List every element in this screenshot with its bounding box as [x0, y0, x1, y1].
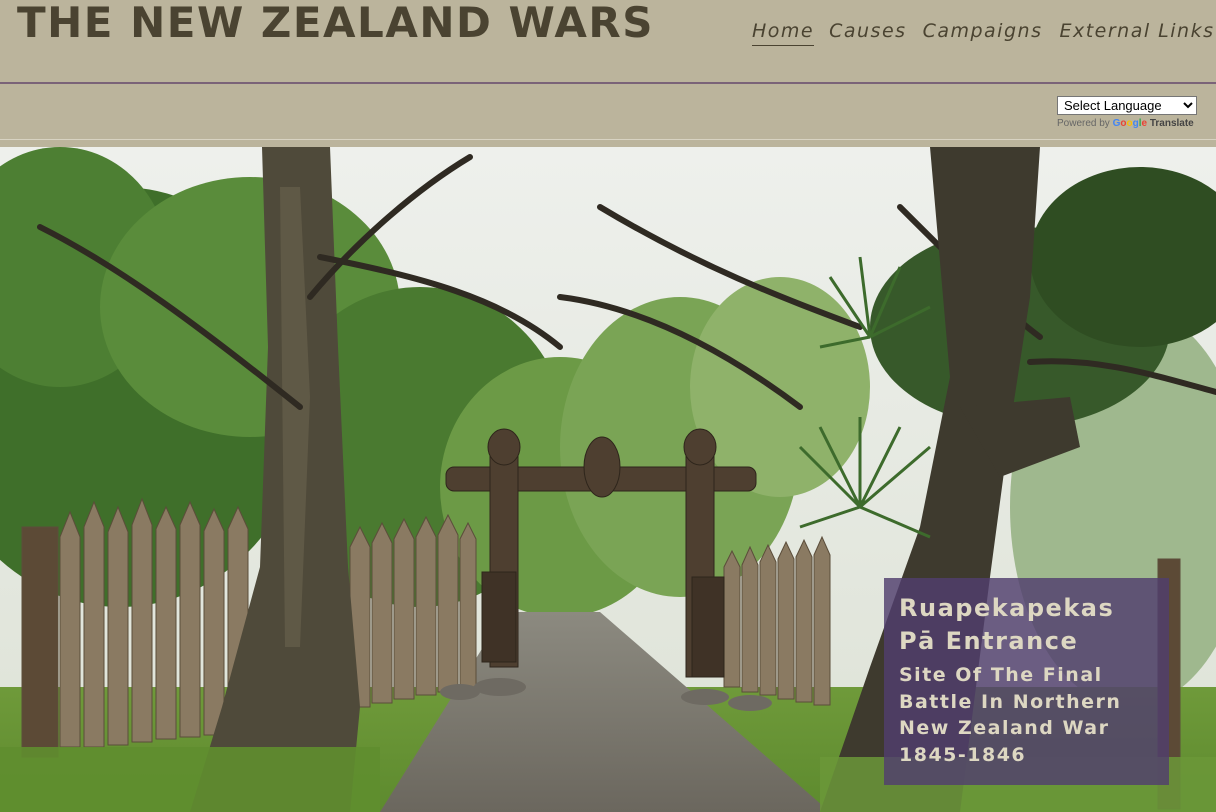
site-header: THE NEW ZEALAND WARS Home Causes Campaig…	[0, 0, 1216, 84]
language-select[interactable]: Select Language	[1057, 96, 1197, 115]
hero-image: Ruapekapekas Pā Entrance Site Of The Fin…	[0, 147, 1216, 812]
caption-sub-line-3: New Zealand War	[899, 717, 1110, 739]
google-translate-widget: Select Language Powered by Google Transl…	[1057, 95, 1197, 129]
caption-title-line-1: Ruapekapekas	[899, 594, 1115, 622]
nav-item-home[interactable]: Home	[752, 20, 815, 46]
google-logo[interactable]: Google	[1113, 118, 1147, 129]
hero-caption: Ruapekapekas Pā Entrance Site Of The Fin…	[884, 578, 1169, 785]
nav-item-external-links[interactable]: External Links	[1059, 20, 1214, 46]
caption-sub-line-1: Site Of The Final	[899, 664, 1103, 686]
caption-title-line-2: Pā Entrance	[899, 627, 1079, 655]
main-nav: Home Causes Campaigns External Links	[752, 20, 1214, 46]
translate-link[interactable]: Translate	[1150, 118, 1194, 129]
caption-sub-line-2: Battle In Northern	[899, 690, 1122, 713]
powered-by-google: Powered by Google Translate	[1057, 118, 1207, 129]
nav-item-causes[interactable]: Causes	[829, 20, 906, 46]
translate-bar	[0, 86, 1216, 140]
caption-sub-line-4: 1845-1846	[899, 743, 1027, 766]
nav-item-campaigns[interactable]: Campaigns	[923, 20, 1043, 46]
site-title[interactable]: THE NEW ZEALAND WARS	[17, 0, 654, 47]
powered-by-label: Powered by	[1057, 118, 1110, 129]
